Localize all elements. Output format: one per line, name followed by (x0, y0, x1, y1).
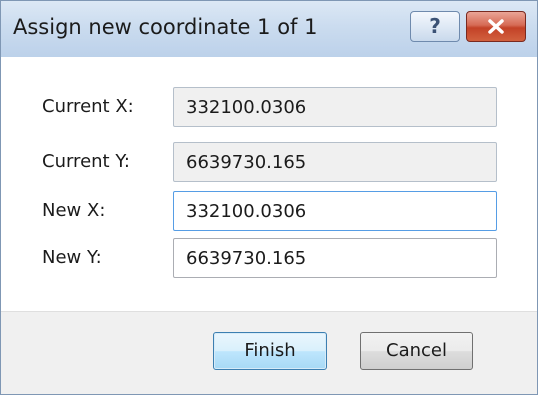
dialog-title: Assign new coordinate 1 of 1 (13, 15, 318, 39)
cancel-button[interactable]: Cancel (360, 332, 473, 370)
close-button[interactable] (466, 11, 526, 42)
dialog-content: Current X: Current Y: New X: New Y: (1, 57, 537, 311)
current-x-label: Current X: (42, 96, 134, 117)
dialog-footer: Finish Cancel (1, 311, 537, 394)
assign-coordinate-dialog: Assign new coordinate 1 of 1 ? Current X… (0, 0, 538, 395)
title-bar[interactable]: Assign new coordinate 1 of 1 ? (1, 1, 537, 57)
finish-button[interactable]: Finish (213, 332, 327, 370)
new-x-input[interactable] (173, 191, 497, 231)
help-button[interactable]: ? (410, 11, 460, 42)
new-x-label: New X: (42, 200, 106, 221)
new-y-label: New Y: (42, 247, 102, 268)
close-icon (488, 19, 504, 34)
new-y-input[interactable] (173, 238, 497, 278)
question-mark-icon: ? (429, 14, 441, 38)
current-x-field (173, 87, 497, 127)
current-y-field (173, 142, 497, 182)
current-y-label: Current Y: (42, 151, 130, 172)
